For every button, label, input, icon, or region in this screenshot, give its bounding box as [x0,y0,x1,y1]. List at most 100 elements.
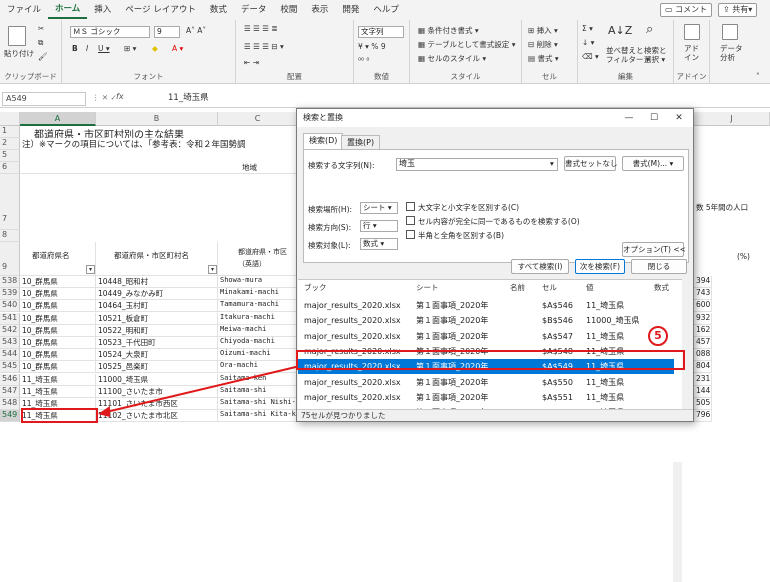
table-cell-prefecture[interactable]: 10_群馬県 [20,324,96,337]
scope-select[interactable]: シート ▾ [360,202,398,214]
underline-icon[interactable]: U ▾ [98,44,110,53]
find-dropdown-icon[interactable]: ▾ [550,159,554,168]
sort-filter-icon[interactable]: A↓Z [608,24,632,37]
table-cell-municipality[interactable]: 11000_埼玉県 [96,373,218,386]
insert-cells-button[interactable]: ⊞ 挿入 ▾ [528,25,558,36]
row-number[interactable]: 9 [0,242,20,276]
border-icon[interactable]: ⊞ ▾ [124,44,136,53]
maximize-button[interactable]: ☐ [642,109,666,127]
column-header-j[interactable]: J [694,112,770,126]
options-button[interactable]: オプション(T) << [622,242,686,257]
row-number[interactable]: 1 [0,126,20,138]
collapse-ribbon-icon[interactable]: ˄ [756,72,760,81]
results-header-book[interactable]: ブック [304,282,327,293]
table-cell-english[interactable]: Minakami-machi [218,288,298,301]
tab-file[interactable]: ファイル [0,0,48,20]
table-cell-municipality[interactable]: 10523_千代田町 [96,337,218,349]
align-top-icons[interactable]: ☰ ☰ ☰ ≣ [244,24,278,33]
tab-help[interactable]: ヘルプ [366,0,406,20]
row-number[interactable]: 5 [0,150,20,162]
table-cell-english[interactable]: Meiwa-machi [218,324,298,337]
table-cell-right[interactable]: 600 [694,300,712,313]
find-input[interactable]: 埼玉 [396,158,558,171]
format-as-table-button[interactable]: ▦ テーブルとして書式設定 ▾ [418,39,515,50]
table-cell-english[interactable]: Chiyoda-machi [218,337,298,349]
delete-cells-button[interactable]: ⊟ 削除 ▾ [528,39,558,50]
result-row[interactable]: major_results_2020.xlsx 第１面事項_2020年 $A$5… [298,298,674,313]
cut-icon[interactable]: ✂ [38,24,44,33]
table-cell-english[interactable]: Saitama-shi Kita-ku [218,410,298,423]
tab-find[interactable]: 検索(D) [303,133,344,149]
tab-developer[interactable]: 開発 [335,0,366,20]
cell-styles-button[interactable]: ▦ セルのスタイル ▾ [418,53,486,64]
target-select[interactable]: 数式 ▾ [360,238,398,250]
table-cell-english[interactable]: Tamamura-machi [218,300,298,313]
find-all-button[interactable]: すべて検索(I) [511,259,569,274]
tab-page-layout[interactable]: ページ レイアウト [118,0,203,20]
row-number[interactable]: 546 [0,373,20,386]
bold-icon[interactable]: B [72,44,78,53]
table-cell-english[interactable]: Showa-mura [218,276,298,288]
tab-data[interactable]: データ [234,0,274,20]
table-cell-english[interactable]: Oizumi-machi [218,349,298,362]
results-header-value[interactable]: 値 [586,282,594,293]
row-number[interactable]: 539 [0,288,20,301]
close-button[interactable]: 閉じる [631,259,687,274]
addins-icon[interactable] [684,24,700,40]
result-row[interactable]: major_results_2020.xlsx 第１面事項_2020年 $A$5… [298,329,674,344]
table-cell-english[interactable]: Saitama-ken [218,373,298,386]
table-cell-right[interactable]: 144 [694,385,712,398]
row-number[interactable]: 542 [0,324,20,337]
row-number[interactable]: 547 [0,385,20,398]
paste-icon[interactable] [8,26,26,46]
tab-view[interactable]: 表示 [304,0,335,20]
namebox-dropdown-icon[interactable]: ⋮ ✕ ✓ [92,93,117,102]
table-cell-english[interactable]: Ora-machi [218,361,298,374]
comment-button[interactable]: ▭ コメント [660,3,713,17]
table-cell-prefecture[interactable]: 10_群馬県 [20,300,96,313]
conditional-format-button[interactable]: ▦ 条件付き書式 ▾ [418,25,479,36]
result-row[interactable]: major_results_2020.xlsx 第１面事項_2020年 $A$5… [298,390,674,405]
tab-home[interactable]: ホーム [48,1,88,19]
number-format-select[interactable]: 文字列 [358,26,404,38]
percent-icon[interactable]: ¥ ▾ % 9 [358,42,386,51]
row-number[interactable]: 2 [0,138,20,150]
table-cell-municipality[interactable]: 11102_さいたま市北区 [96,410,218,423]
table-cell-right[interactable]: 457 [694,337,712,349]
table-cell-municipality[interactable]: 11100_さいたま市 [96,385,218,398]
table-cell-municipality[interactable]: 10449_みなかみ町 [96,288,218,301]
font-size-select[interactable]: 9 [154,26,180,38]
table-cell-right[interactable]: 804 [694,361,712,374]
table-cell-right[interactable]: 743 [694,288,712,301]
format-cells-button[interactable]: ▤ 書式 ▾ [528,53,559,64]
row-number[interactable]: 540 [0,300,20,313]
font-name-select[interactable]: ＭＳ ゴシック [70,26,150,38]
column-header-a[interactable]: A [20,112,96,126]
format-painter-icon[interactable]: 🖌 [38,52,48,61]
name-box[interactable]: A549 [2,92,86,106]
results-header-cell[interactable]: セル [542,282,557,293]
row-number[interactable]: 6 [0,162,20,174]
case-checkbox[interactable] [406,202,415,211]
fill-icon[interactable]: ↓ ▾ [582,38,594,47]
filter-dropdown-icon[interactable]: ▾ [208,265,217,274]
table-cell-right[interactable]: 796 [694,410,712,423]
result-row[interactable]: major_results_2020.xlsx 第１面事項_2020年 $A$5… [298,375,674,390]
data-analysis-icon[interactable] [722,24,738,40]
column-header-b[interactable]: B [96,112,218,126]
tab-formulas[interactable]: 数式 [203,0,234,20]
align-left-icons[interactable]: ☰ ☰ ☰ ⊟ ▾ [244,42,284,51]
font-grow-icon[interactable]: A˄ A˅ [186,26,206,35]
tab-insert[interactable]: 挿入 [87,0,118,20]
row-number[interactable]: 541 [0,312,20,325]
table-cell-prefecture[interactable]: 11_埼玉県 [20,373,96,386]
table-cell-municipality[interactable]: 10464_玉村町 [96,300,218,313]
share-button[interactable]: ⇪ 共有▾ [718,3,758,17]
row-number[interactable]: 8 [0,230,20,242]
table-cell-right[interactable]: 505 [694,398,712,410]
table-cell-prefecture[interactable]: 10_群馬県 [20,288,96,301]
result-row[interactable]: major_results_2020.xlsx 第１面事項_2020年 $B$5… [298,313,674,328]
indent-icons[interactable]: ⇤ ⇥ [244,58,259,67]
table-cell-prefecture[interactable]: 10_群馬県 [20,361,96,374]
table-cell-municipality[interactable]: 10522_明和町 [96,324,218,337]
